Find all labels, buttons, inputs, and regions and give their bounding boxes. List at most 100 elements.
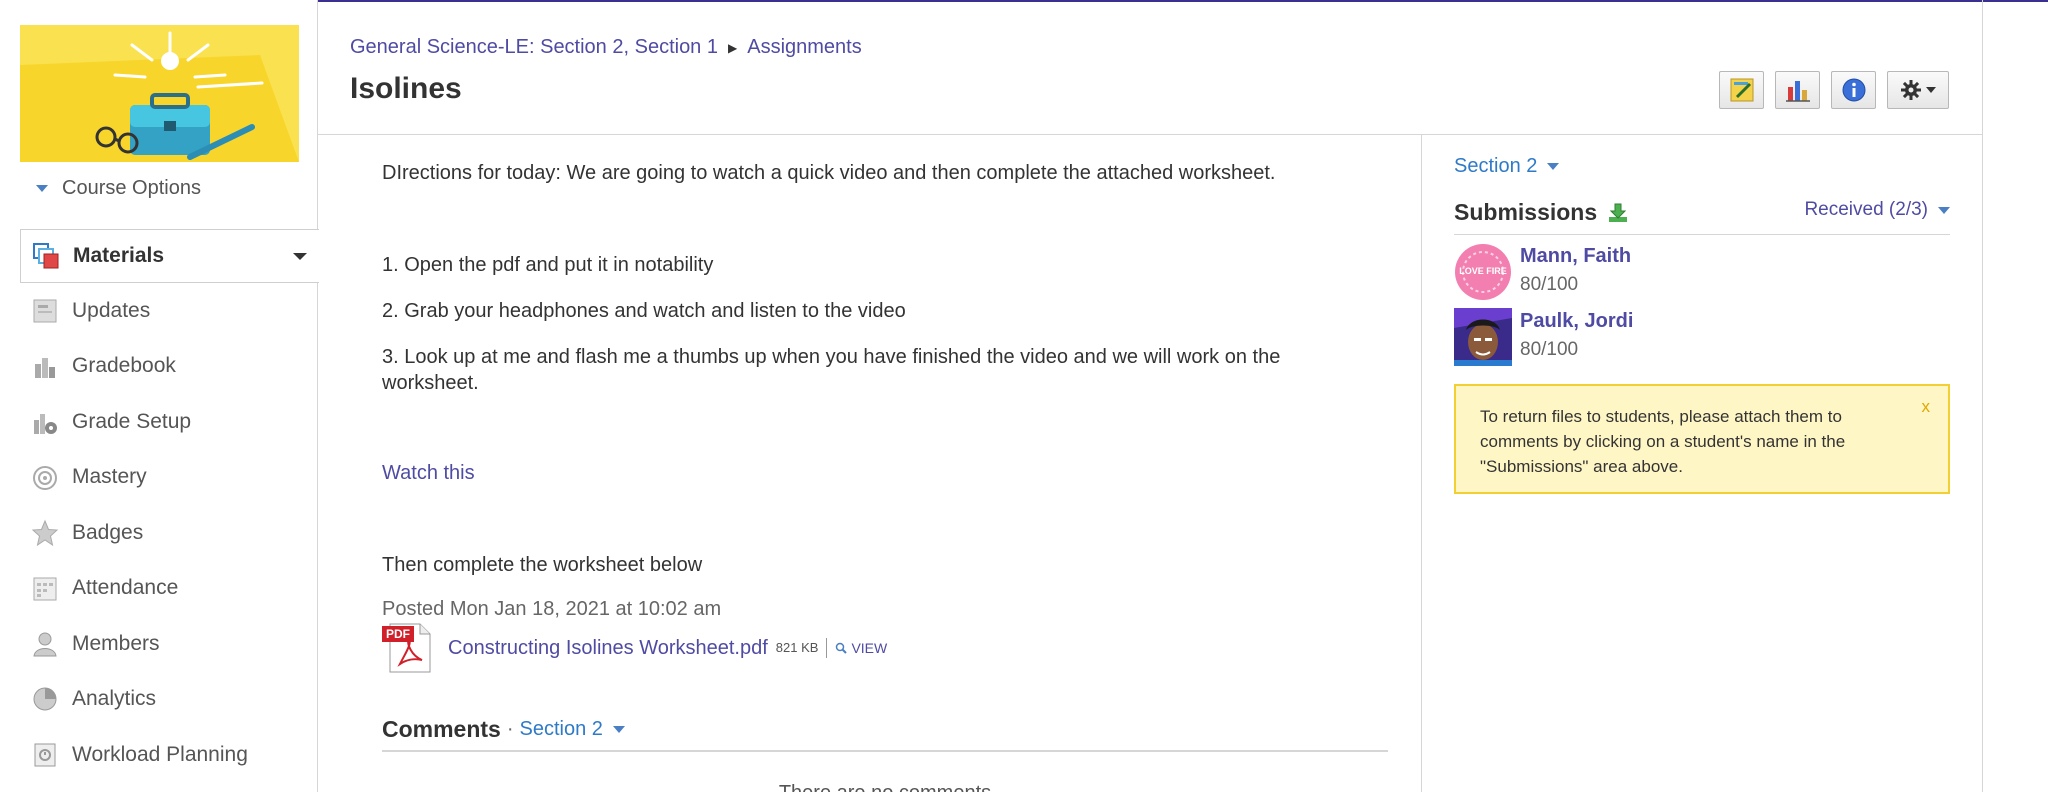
gear-icon	[1901, 80, 1921, 100]
student-score: 80/100	[1520, 339, 1579, 360]
submission-info: Mann, Faith 80/100	[1520, 243, 1631, 305]
course-options-menu[interactable]: Course Options	[36, 177, 201, 200]
then-text: Then complete the worksheet below	[382, 554, 703, 576]
received-label: Received (2/3)	[1804, 199, 1928, 220]
sidebar-item-label: Grade Setup	[72, 409, 192, 433]
sidebar: Course Options Materials Updates Gradebo…	[0, 0, 319, 792]
divider	[826, 638, 828, 658]
attachment-row: PDF Constructing Isolines Worksheet.pdf …	[382, 622, 887, 674]
section-dropdown[interactable]: Section 2	[1454, 155, 1560, 178]
course-options-label: Course Options	[62, 177, 201, 199]
section-label: Section 2	[1454, 155, 1538, 177]
no-comments-text: There are no comments	[382, 780, 1388, 792]
submission-row[interactable]: Paulk, Jordi 80/100	[1454, 308, 1950, 370]
view-label: VIEW	[851, 640, 888, 656]
attachment-size: 821 KB	[775, 640, 819, 655]
page-title: Isolines	[350, 72, 462, 105]
sidebar-item-gradebook[interactable]: Gradebook	[20, 339, 318, 395]
directions-text: DIrections for today: We are going to wa…	[382, 162, 1276, 184]
chevron-down-icon	[1938, 206, 1950, 214]
view-attachment-link[interactable]: VIEW	[835, 635, 887, 661]
sidebar-item-analytics[interactable]: Analytics	[20, 672, 318, 728]
close-icon[interactable]: x	[1922, 394, 1931, 419]
sidebar-item-workload-planning[interactable]: Workload Planning	[20, 727, 318, 783]
sidebar-item-label: Members	[72, 631, 160, 655]
attachment-link[interactable]: Constructing Isolines Worksheet.pdf	[448, 635, 768, 661]
student-name-link[interactable]: Paulk, Jordi	[1520, 310, 1633, 333]
sidebar-item-updates[interactable]: Updates	[20, 283, 318, 339]
sidebar-item-grade-setup[interactable]: Grade Setup	[20, 394, 318, 450]
info-button[interactable]	[1831, 71, 1876, 109]
comments-header: Comments · Section 2	[382, 716, 1388, 752]
chevron-down-icon	[1926, 87, 1936, 93]
course-briefcase-illustration	[20, 25, 299, 162]
toolbar	[1719, 71, 1949, 109]
workload-planning-icon	[30, 740, 60, 770]
badges-icon	[30, 518, 60, 548]
step-item: 2. Grab your headphones and watch and li…	[382, 300, 906, 322]
sidebar-item-label: Materials	[73, 244, 165, 267]
submission-row[interactable]: LOVE FIRE Mann, Faith 80/100	[1454, 243, 1950, 305]
download-icon[interactable]	[1607, 202, 1629, 224]
updates-icon	[30, 296, 60, 326]
course-image[interactable]	[20, 25, 299, 162]
column-divider	[1421, 135, 1422, 792]
pdf-badge: PDF	[382, 626, 414, 642]
mastery-icon	[30, 462, 60, 492]
chart-icon	[1785, 81, 1810, 102]
breadcrumb: General Science-LE: Section 2, Section 1…	[350, 36, 862, 59]
step-item: 1. Open the pdf and put it in notability	[382, 254, 714, 276]
sidebar-item-label: Gradebook	[72, 354, 176, 378]
info-icon	[1842, 78, 1865, 102]
materials-icon	[31, 241, 61, 271]
grade-setup-icon	[30, 407, 60, 437]
dropdown-arrow-icon[interactable]	[293, 253, 307, 260]
sidebar-item-badges[interactable]: Badges	[20, 505, 318, 561]
comments-title: Comments	[382, 716, 501, 742]
sidebar-nav: Materials Updates Gradebook Grade Setup …	[20, 229, 319, 783]
section-label: Section 2	[519, 718, 603, 740]
edit-button[interactable]	[1719, 71, 1764, 109]
submissions-header: Submissions Received (2/3)	[1454, 199, 1950, 235]
return-files-notice: To return files to students, please atta…	[1454, 384, 1950, 494]
header-divider	[318, 134, 1983, 135]
comments-section-dropdown[interactable]: Section 2	[520, 716, 625, 742]
attendance-icon	[30, 573, 60, 603]
notice-text: To return files to students, please atta…	[1480, 407, 1846, 476]
statistics-button[interactable]	[1775, 71, 1820, 109]
chevron-down-icon	[1547, 163, 1560, 170]
sidebar-item-label: Attendance	[72, 576, 179, 600]
watch-video-link[interactable]: Watch this	[382, 460, 1362, 486]
pdf-file-icon: PDF	[382, 622, 434, 674]
settings-menu-button[interactable]	[1887, 71, 1949, 109]
sidebar-item-mastery[interactable]: Mastery	[20, 450, 318, 506]
breadcrumb-assignments-link[interactable]: Assignments	[747, 36, 862, 59]
analytics-icon	[30, 684, 60, 714]
avatar	[1454, 308, 1512, 366]
sidebar-item-label: Badges	[72, 520, 144, 544]
avatar: LOVE FIRE	[1454, 243, 1512, 301]
main-content: General Science-LE: Section 2, Section 1…	[318, 0, 1983, 792]
chevron-down-icon	[36, 185, 48, 192]
sidebar-item-materials[interactable]: Materials	[20, 229, 319, 283]
submissions-title: Submissions	[1454, 199, 1598, 225]
breadcrumb-course-link[interactable]: General Science-LE: Section 2, Section 1	[350, 36, 718, 59]
posted-timestamp: Posted Mon Jan 18, 2021 at 10:02 am	[382, 598, 722, 620]
submissions-title-group: Submissions	[1454, 199, 1629, 226]
avatar-text: LOVE FIRE	[1459, 266, 1507, 276]
submission-info: Paulk, Jordi 80/100	[1520, 308, 1633, 370]
sidebar-item-attendance[interactable]: Attendance	[20, 561, 318, 617]
step-item: 3. Look up at me and flash me a thumbs u…	[382, 346, 1281, 394]
student-name-link[interactable]: Mann, Faith	[1520, 245, 1631, 268]
gradebook-icon	[30, 351, 60, 381]
comments-separator: ·	[506, 718, 514, 740]
members-icon	[30, 629, 60, 659]
sidebar-item-label: Updates	[72, 298, 151, 322]
student-score: 80/100	[1520, 274, 1579, 295]
sidebar-item-label: Workload Planning	[72, 742, 248, 766]
breadcrumb-separator: ▶	[728, 40, 738, 55]
received-filter-dropdown[interactable]: Received (2/3)	[1804, 199, 1950, 221]
magnifier-icon	[836, 642, 848, 654]
sidebar-item-members[interactable]: Members	[20, 616, 318, 672]
edit-icon	[1730, 78, 1753, 102]
